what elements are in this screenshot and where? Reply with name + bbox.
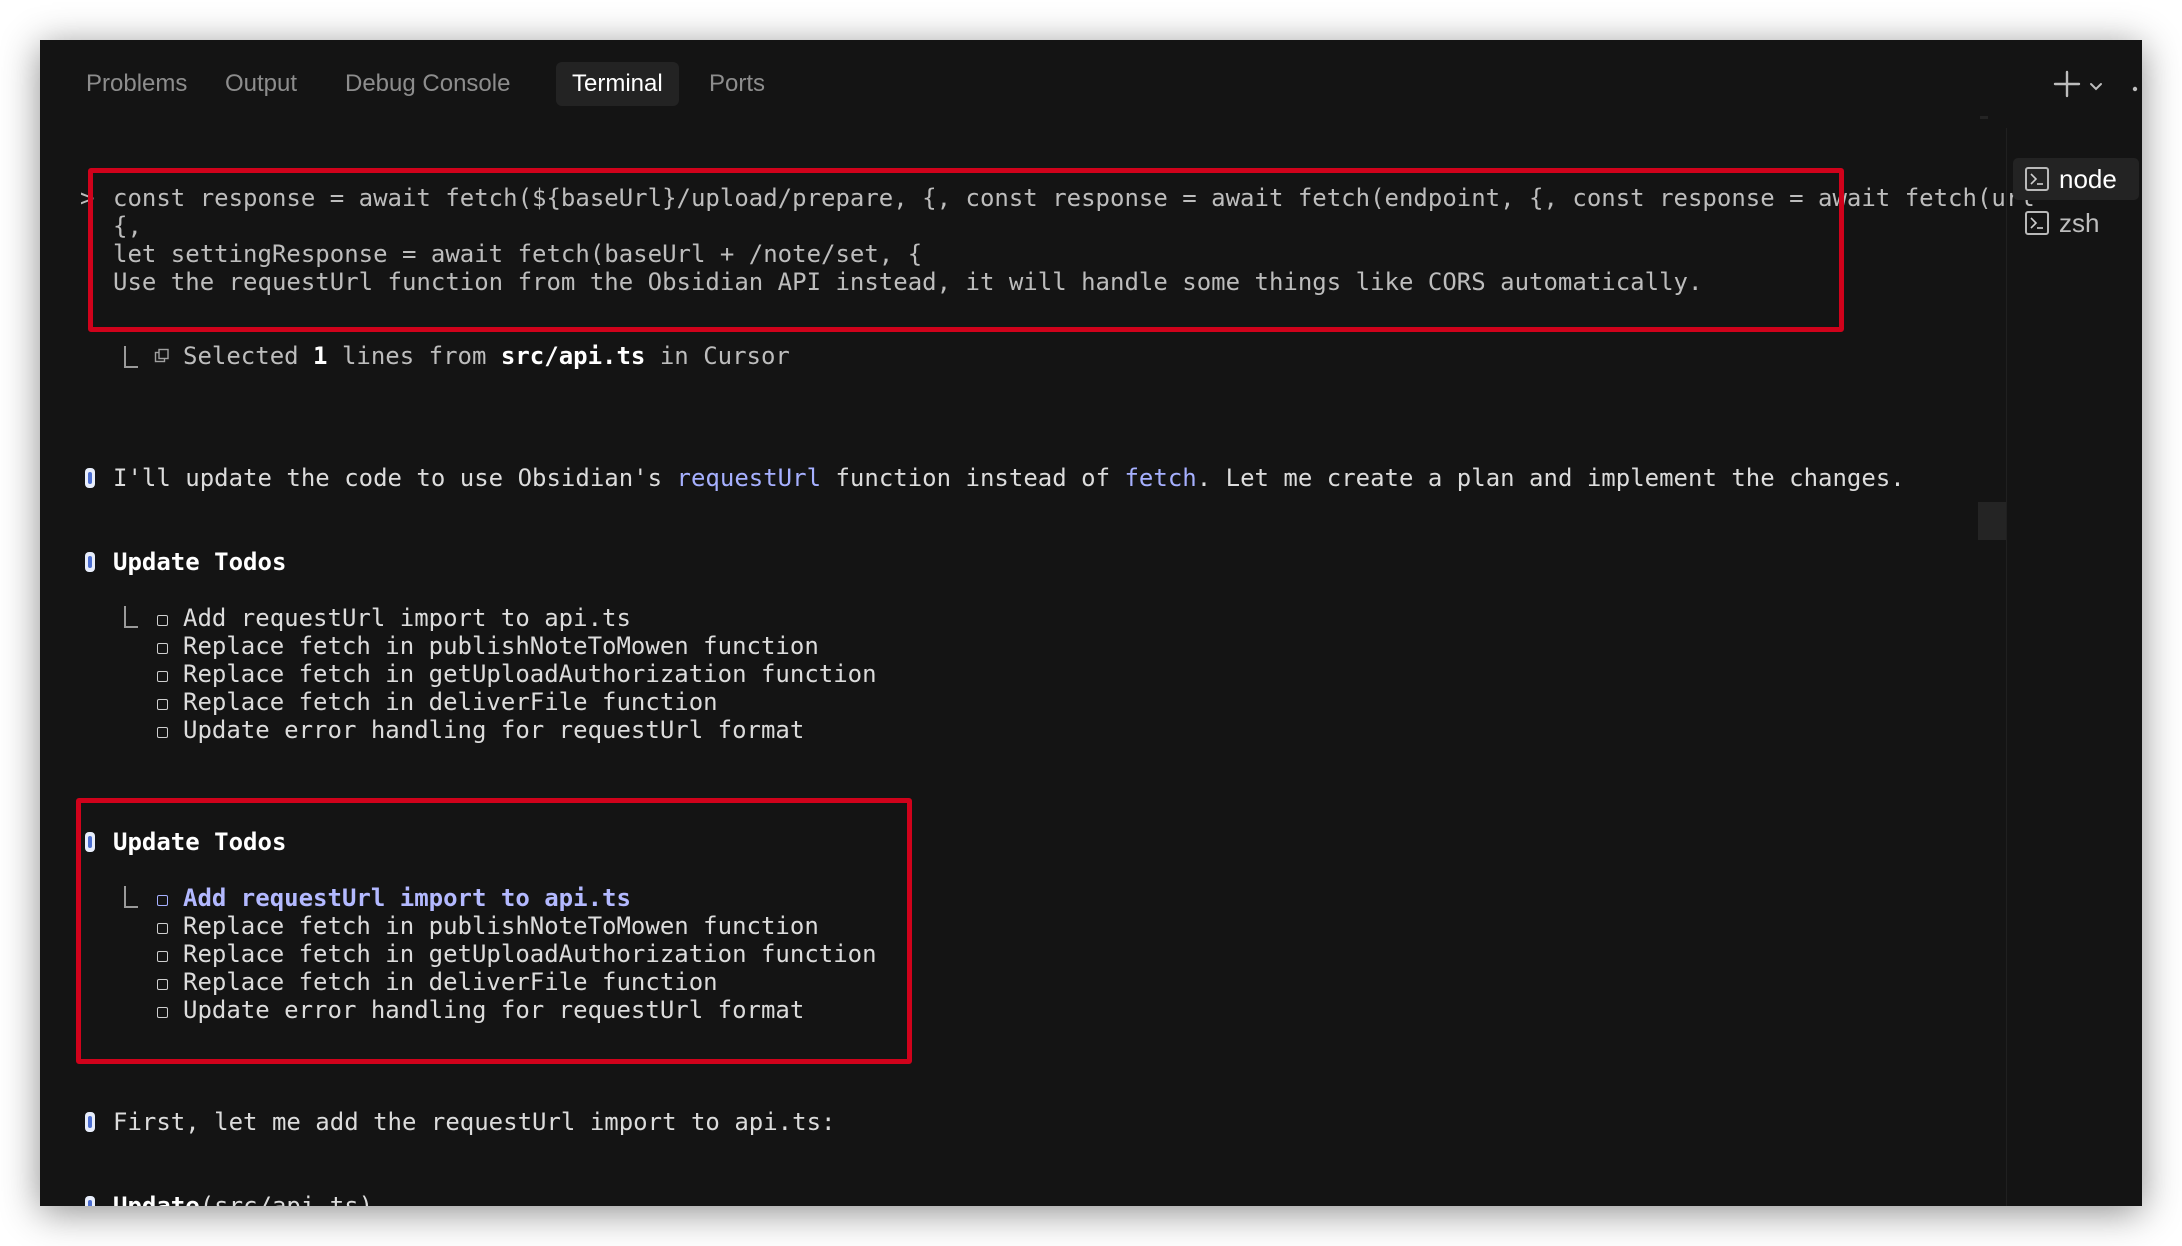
todo-checkbox bbox=[157, 615, 168, 626]
panel-tab-bar: Problems Output Debug Console Terminal P… bbox=[40, 40, 2142, 128]
tree-branch bbox=[124, 606, 138, 628]
terminal-list: node zsh bbox=[2006, 128, 2142, 1206]
assistant-bullet-icon bbox=[85, 1112, 95, 1132]
todo-checkbox bbox=[157, 727, 168, 738]
terminal-item-zsh[interactable]: zsh bbox=[2013, 202, 2139, 244]
selection-info: Selected 1 lines from src/api.ts in Curs… bbox=[183, 342, 790, 370]
todo-item: Update error handling for requestUrl for… bbox=[183, 716, 805, 744]
terminal-item-node[interactable]: node bbox=[2013, 158, 2139, 200]
terminal-output: > const response = await fetch(${baseUrl… bbox=[40, 128, 2035, 1206]
todo-item: Replace fetch in getUploadAuthorization … bbox=[183, 660, 877, 688]
todo-block-title: Update Todos bbox=[113, 548, 287, 576]
ellipsis-icon[interactable] bbox=[2130, 62, 2142, 106]
assistant-message: I'll update the code to use Obsidian's r… bbox=[113, 464, 1905, 492]
vscode-panel: Problems Output Debug Console Terminal P… bbox=[40, 40, 2142, 1206]
todo-item: Replace fetch in publishNoteToMowen func… bbox=[183, 632, 819, 660]
tab-debug-console[interactable]: Debug Console bbox=[329, 62, 526, 106]
terminal-item-label: zsh bbox=[2059, 207, 2100, 238]
tree-branch bbox=[124, 346, 138, 368]
terminal-icon bbox=[2025, 167, 2049, 191]
tab-ports[interactable]: Ports bbox=[693, 62, 781, 106]
chevron-down-icon[interactable] bbox=[2088, 62, 2104, 106]
todo-checkbox bbox=[157, 699, 168, 710]
todo-item: Replace fetch in deliverFile function bbox=[183, 688, 718, 716]
terminal-item-label: node bbox=[2059, 163, 2117, 194]
todo-checkbox bbox=[157, 643, 168, 654]
highlight-box-prompt bbox=[88, 168, 1844, 332]
todo-item: Add requestUrl import to api.ts bbox=[183, 604, 631, 632]
assistant-message: First, let me add the requestUrl import … bbox=[113, 1108, 836, 1136]
todo-checkbox bbox=[157, 671, 168, 682]
tab-problems[interactable]: Problems bbox=[70, 62, 203, 106]
plus-icon[interactable] bbox=[2052, 62, 2082, 106]
scrollbar-top-marker bbox=[1980, 116, 1988, 119]
tab-terminal[interactable]: Terminal bbox=[556, 62, 679, 106]
copy-icon bbox=[154, 348, 169, 363]
tab-output[interactable]: Output bbox=[209, 62, 313, 106]
tool-bullet-icon bbox=[85, 552, 95, 572]
highlight-box-todos bbox=[76, 798, 912, 1064]
tool-bullet-icon bbox=[85, 1196, 95, 1206]
tool-call: Update(src/api.ts) bbox=[113, 1192, 374, 1206]
assistant-bullet-icon bbox=[85, 468, 95, 488]
terminal-icon bbox=[2025, 211, 2049, 235]
